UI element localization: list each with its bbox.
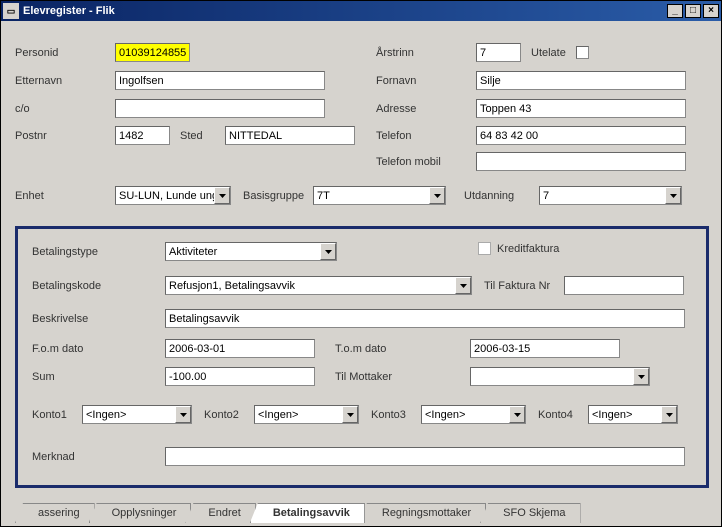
tab-endret[interactable]: Endret (185, 503, 255, 523)
konto2-select[interactable] (254, 405, 359, 424)
app-icon: ▭ (3, 3, 19, 19)
personid-input[interactable] (115, 43, 190, 62)
tab-betalingsavvik[interactable]: Betalingsavvik (250, 503, 365, 523)
fornavn-input[interactable] (476, 71, 686, 90)
utdanning-select[interactable] (539, 186, 682, 205)
konto4-select-wrap[interactable] (588, 405, 678, 424)
kreditfaktura-checkbox[interactable] (478, 242, 491, 255)
betalingskode-label: Betalingskode (32, 280, 165, 292)
close-button[interactable]: × (703, 4, 719, 18)
beskrivelse-label: Beskrivelse (32, 313, 165, 325)
konto4-select[interactable] (588, 405, 678, 424)
detail-panel: Betalingstype Kreditfaktura Betalingskod… (15, 226, 709, 488)
merknad-label: Merknad (32, 451, 165, 463)
utdanning-select-wrap[interactable] (539, 186, 682, 205)
tilfakturanr-label: Til Faktura Nr (484, 280, 564, 292)
enhet-select-wrap[interactable] (115, 186, 231, 205)
tilmottaker-label: Til Mottaker (335, 371, 470, 383)
etternavn-label: Etternavn (15, 75, 115, 87)
telefon-input[interactable] (476, 126, 686, 145)
arstrinn-label: Årstrinn (376, 47, 476, 59)
tilmottaker-select-wrap[interactable] (470, 367, 650, 386)
konto1-select-wrap[interactable] (82, 405, 192, 424)
sted-input[interactable] (225, 126, 355, 145)
konto2-label: Konto2 (204, 409, 254, 421)
fomdato-label: F.o.m dato (32, 343, 165, 355)
utdanning-label: Utdanning (464, 190, 539, 202)
window: ▭ Elevregister - Flik _ □ × Personid Års… (0, 0, 722, 527)
telefon-label: Telefon (376, 130, 476, 142)
sum-label: Sum (32, 371, 165, 383)
postnr-label: Postnr (15, 130, 115, 142)
fornavn-label: Fornavn (376, 75, 476, 87)
konto3-label: Konto3 (371, 409, 421, 421)
tab-regningsmottaker[interactable]: Regningsmottaker (359, 503, 486, 523)
tabs: assering Opplysninger Endret Betalingsav… (15, 501, 709, 523)
betalingskode-select[interactable] (165, 276, 472, 295)
tilfakturanr-input[interactable] (564, 276, 684, 295)
tilmottaker-select[interactable] (470, 367, 650, 386)
content: Personid Årstrinn Utelate Etternavn Forn… (1, 21, 721, 526)
tab-sfo-skjema[interactable]: SFO Skjema (480, 503, 580, 523)
konto3-select-wrap[interactable] (421, 405, 526, 424)
telefonmobil-input[interactable] (476, 152, 686, 171)
sted-label: Sted (180, 130, 225, 142)
tab-opplysninger[interactable]: Opplysninger (89, 503, 192, 523)
betalingskode-select-wrap[interactable] (165, 276, 472, 295)
basisgruppe-label: Basisgruppe (243, 190, 313, 202)
maximize-button[interactable]: □ (685, 4, 701, 18)
postnr-input[interactable] (115, 126, 170, 145)
adresse-input[interactable] (476, 99, 686, 118)
utelate-label: Utelate (531, 47, 576, 59)
co-label: c/o (15, 103, 115, 115)
merknad-input[interactable] (165, 447, 685, 466)
enhet-select[interactable] (115, 186, 231, 205)
utelate-checkbox[interactable] (576, 46, 589, 59)
konto1-label: Konto1 (32, 409, 82, 421)
telefonmobil-label: Telefon mobil (376, 156, 476, 168)
konto1-select[interactable] (82, 405, 192, 424)
basisgruppe-select-wrap[interactable] (313, 186, 446, 205)
adresse-label: Adresse (376, 103, 476, 115)
tomdato-input[interactable] (470, 339, 620, 358)
tab-plassering[interactable]: assering (15, 503, 95, 523)
sum-input[interactable] (165, 367, 315, 386)
window-buttons: _ □ × (667, 4, 719, 18)
konto4-label: Konto4 (538, 409, 588, 421)
minimize-button[interactable]: _ (667, 4, 683, 18)
co-input[interactable] (115, 99, 325, 118)
betalingstype-label: Betalingstype (32, 246, 165, 258)
konto2-select-wrap[interactable] (254, 405, 359, 424)
beskrivelse-input[interactable] (165, 309, 685, 328)
kreditfaktura-label: Kreditfaktura (497, 243, 559, 255)
tomdato-label: T.o.m dato (335, 343, 470, 355)
fomdato-input[interactable] (165, 339, 315, 358)
enhet-label: Enhet (15, 190, 115, 202)
betalingstype-select[interactable] (165, 242, 337, 261)
titlebar: ▭ Elevregister - Flik _ □ × (1, 1, 721, 21)
arstrinn-input[interactable] (476, 43, 521, 62)
window-title: Elevregister - Flik (23, 5, 667, 17)
betalingstype-select-wrap[interactable] (165, 242, 337, 261)
basisgruppe-select[interactable] (313, 186, 446, 205)
personid-label: Personid (15, 47, 115, 59)
konto3-select[interactable] (421, 405, 526, 424)
etternavn-input[interactable] (115, 71, 325, 90)
